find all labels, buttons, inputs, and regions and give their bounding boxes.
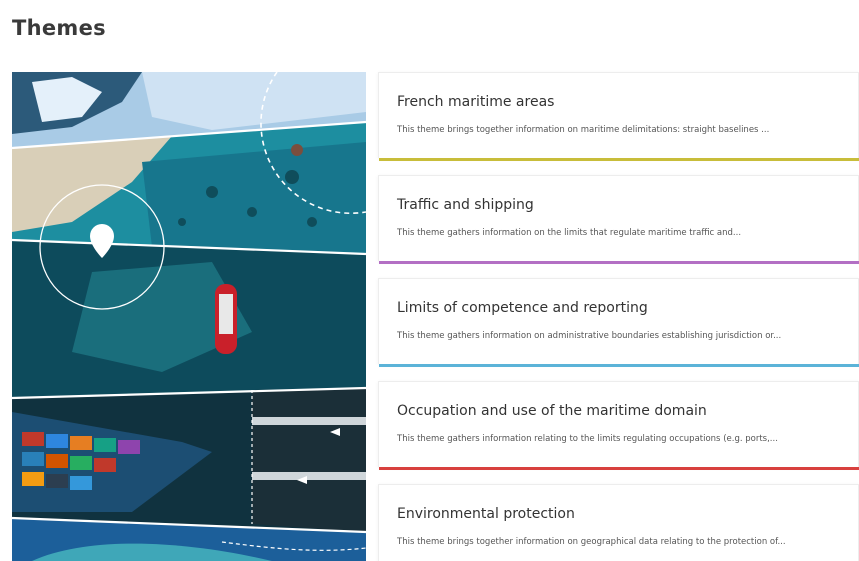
theme-card-limits-of-competence[interactable]: Limits of competence and reporting This … bbox=[378, 278, 859, 367]
theme-card-accent-bar bbox=[379, 364, 859, 367]
theme-card-description: This theme brings together information o… bbox=[397, 537, 786, 547]
theme-card-french-maritime-areas[interactable]: French maritime areas This theme brings … bbox=[378, 72, 859, 161]
theme-card-environmental-protection[interactable]: Environmental protection This theme brin… bbox=[378, 484, 859, 561]
theme-card-description: This theme gathers information relating … bbox=[397, 434, 778, 444]
theme-card-description: This theme gathers information on admini… bbox=[397, 331, 782, 341]
theme-card-accent-bar bbox=[379, 261, 859, 264]
themes-list: French maritime areas This theme brings … bbox=[378, 72, 859, 561]
theme-card-description: This theme gathers information on the li… bbox=[397, 228, 742, 238]
theme-card-title: Environmental protection bbox=[397, 506, 575, 522]
theme-card-title: Traffic and shipping bbox=[397, 197, 534, 213]
theme-card-occupation-and-use[interactable]: Occupation and use of the maritime domai… bbox=[378, 381, 859, 470]
theme-card-description: This theme brings together information o… bbox=[397, 125, 770, 135]
theme-card-accent-bar bbox=[379, 158, 859, 161]
theme-card-title: Occupation and use of the maritime domai… bbox=[397, 403, 707, 419]
theme-card-accent-bar bbox=[379, 467, 859, 470]
page-title: Themes bbox=[12, 16, 106, 40]
theme-card-traffic-and-shipping[interactable]: Traffic and shipping This theme gathers … bbox=[378, 175, 859, 264]
theme-card-title: French maritime areas bbox=[397, 94, 555, 110]
theme-card-title: Limits of competence and reporting bbox=[397, 300, 648, 316]
maritime-collage-image bbox=[12, 72, 366, 561]
